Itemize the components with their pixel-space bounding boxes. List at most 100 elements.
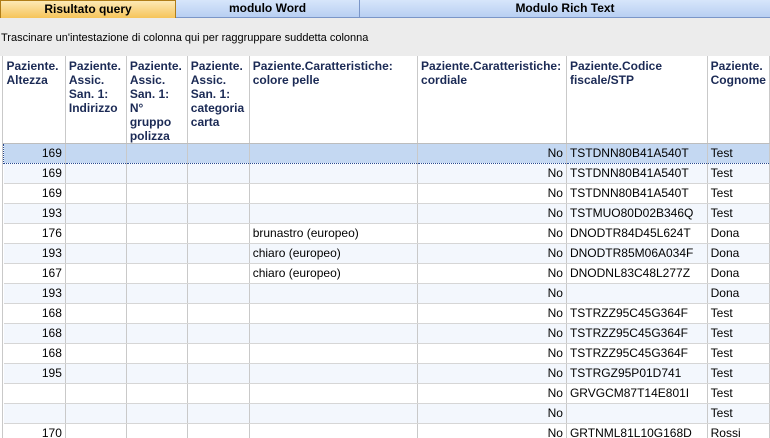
cell-colore-pelle[interactable] [249,303,419,324]
cell-colore-pelle[interactable] [249,323,419,344]
table-row[interactable]: 193 chiaro (europeo) No DNODTR85M06A034F Don… [3,243,770,264]
cell-cordiale[interactable]: No [417,263,567,284]
table-row[interactable]: 193 No Dona [3,283,770,304]
cell-cordiale[interactable]: No [417,163,567,184]
cell-altezza[interactable]: 195 [3,363,66,384]
column-header-altezza[interactable]: Paziente. Altezza [3,56,66,144]
cell-assic-gruppo-polizza[interactable] [126,363,188,384]
cell-cordiale[interactable]: No [417,243,567,264]
tab-risultato-query[interactable]: Risultato query [0,0,176,18]
cell-assic-categoria-carta[interactable] [187,183,250,204]
cell-assic-categoria-carta[interactable] [187,363,250,384]
cell-assic-categoria-carta[interactable] [187,423,250,438]
cell-codice-fiscale[interactable]: TSTRGZ95P01D741 [566,363,708,384]
cell-altezza[interactable]: 169 [3,163,66,184]
cell-altezza[interactable]: 169 [3,143,66,164]
cell-assic-gruppo-polizza[interactable] [126,423,188,438]
cell-cognome[interactable]: Dona [707,263,770,284]
cell-codice-fiscale[interactable] [566,403,708,424]
cell-colore-pelle[interactable] [249,403,419,424]
cell-assic-indirizzo[interactable] [65,283,127,304]
results-grid[interactable]: Paziente. Altezza Paziente. Assic. San. … [0,56,770,438]
cell-assic-gruppo-polizza[interactable] [126,403,188,424]
cell-cordiale[interactable]: No [417,343,567,364]
column-header-assic-categoria-carta[interactable]: Paziente. Assic. San. 1: categoria carta [187,56,250,144]
table-row[interactable]: 193 No TSTMUO80D02B346Q Test [3,203,770,224]
table-row[interactable]: 168 No TSTRZZ95C45G364F Test [3,323,770,344]
cell-altezza[interactable]: 193 [3,203,66,224]
cell-codice-fiscale[interactable]: DNODTR84D45L624T [566,223,708,244]
cell-assic-gruppo-polizza[interactable] [126,323,188,344]
cell-cognome[interactable]: Test [707,303,770,324]
cell-assic-categoria-carta[interactable] [187,343,250,364]
cell-assic-indirizzo[interactable] [65,323,127,344]
cell-cognome[interactable]: Test [707,343,770,364]
cell-altezza[interactable]: 170 [3,423,66,438]
cell-assic-gruppo-polizza[interactable] [126,163,188,184]
cell-altezza[interactable]: 193 [3,283,66,304]
cell-assic-indirizzo[interactable] [65,203,127,224]
cell-codice-fiscale[interactable]: DNODTR85M06A034F [566,243,708,264]
cell-assic-gruppo-polizza[interactable] [126,203,188,224]
cell-codice-fiscale[interactable]: TSTDNN80B41A540T [566,183,708,204]
cell-cognome[interactable]: Dona [707,223,770,244]
table-row[interactable]: No GRVGCM87T14E801I Test [3,383,770,404]
cell-codice-fiscale[interactable]: DNODNL83C48L277Z [566,263,708,284]
cell-cordiale[interactable]: No [417,403,567,424]
cell-codice-fiscale[interactable]: GRVGCM87T14E801I [566,383,708,404]
table-row[interactable]: No Test [3,403,770,424]
cell-altezza[interactable] [3,403,66,424]
cell-colore-pelle[interactable]: brunastro (europeo) [249,223,419,244]
column-header-assic-indirizzo[interactable]: Paziente. Assic. San. 1: Indirizzo [65,56,127,144]
cell-cognome[interactable]: Test [707,163,770,184]
table-row[interactable]: 170 No GRTNML81L10G168D Rossi [3,423,770,438]
table-row[interactable]: 169 No TSTDNN80B41A540T Test [3,183,770,204]
cell-cognome[interactable]: Test [707,403,770,424]
cell-colore-pelle[interactable]: chiaro (europeo) [249,263,419,284]
cell-assic-indirizzo[interactable] [65,163,127,184]
cell-cordiale[interactable]: No [417,203,567,224]
cell-altezza[interactable]: 168 [3,323,66,344]
cell-assic-indirizzo[interactable] [65,303,127,324]
cell-assic-categoria-carta[interactable] [187,263,250,284]
cell-codice-fiscale[interactable]: TSTDNN80B41A540T [566,163,708,184]
cell-assic-gruppo-polizza[interactable] [126,283,188,304]
cell-altezza[interactable]: 193 [3,243,66,264]
cell-assic-categoria-carta[interactable] [187,203,250,224]
cell-assic-gruppo-polizza[interactable] [126,183,188,204]
cell-assic-indirizzo[interactable] [65,223,127,244]
column-header-colore-pelle[interactable]: Paziente.Caratteristiche: colore pelle [249,56,419,144]
cell-cognome[interactable]: Test [707,183,770,204]
table-row[interactable]: 195 No TSTRGZ95P01D741 Test [3,363,770,384]
column-header-cognome[interactable]: Paziente. Cognome [707,56,770,144]
cell-assic-categoria-carta[interactable] [187,143,250,164]
cell-codice-fiscale[interactable]: TSTRZZ95C45G364F [566,323,708,344]
cell-assic-indirizzo[interactable] [65,183,127,204]
cell-altezza[interactable]: 176 [3,223,66,244]
cell-assic-indirizzo[interactable] [65,143,127,164]
cell-codice-fiscale[interactable]: GRTNML81L10G168D [566,423,708,438]
cell-codice-fiscale[interactable]: TSTRZZ95C45G364F [566,343,708,364]
cell-altezza[interactable]: 169 [3,183,66,204]
cell-cordiale[interactable]: No [417,223,567,244]
cell-assic-indirizzo[interactable] [65,423,127,438]
cell-codice-fiscale[interactable]: TSTMUO80D02B346Q [566,203,708,224]
cell-codice-fiscale[interactable] [566,283,708,304]
cell-assic-indirizzo[interactable] [65,343,127,364]
cell-altezza[interactable]: 167 [3,263,66,284]
cell-colore-pelle[interactable] [249,423,419,438]
cell-assic-categoria-carta[interactable] [187,283,250,304]
column-header-cordiale[interactable]: Paziente.Caratteristiche: cordiale [417,56,567,144]
cell-cordiale[interactable]: No [417,303,567,324]
cell-assic-gruppo-polizza[interactable] [126,303,188,324]
cell-colore-pelle[interactable]: chiaro (europeo) [249,243,419,264]
cell-assic-categoria-carta[interactable] [187,383,250,404]
cell-assic-categoria-carta[interactable] [187,243,250,264]
cell-colore-pelle[interactable] [249,143,419,164]
table-row[interactable]: 169 No TSTDNN80B41A540T Test [3,143,770,164]
cell-assic-indirizzo[interactable] [65,243,127,264]
cell-cognome[interactable]: Dona [707,283,770,304]
cell-assic-gruppo-polizza[interactable] [126,223,188,244]
cell-cognome[interactable]: Rossi [707,423,770,438]
cell-colore-pelle[interactable] [249,363,419,384]
